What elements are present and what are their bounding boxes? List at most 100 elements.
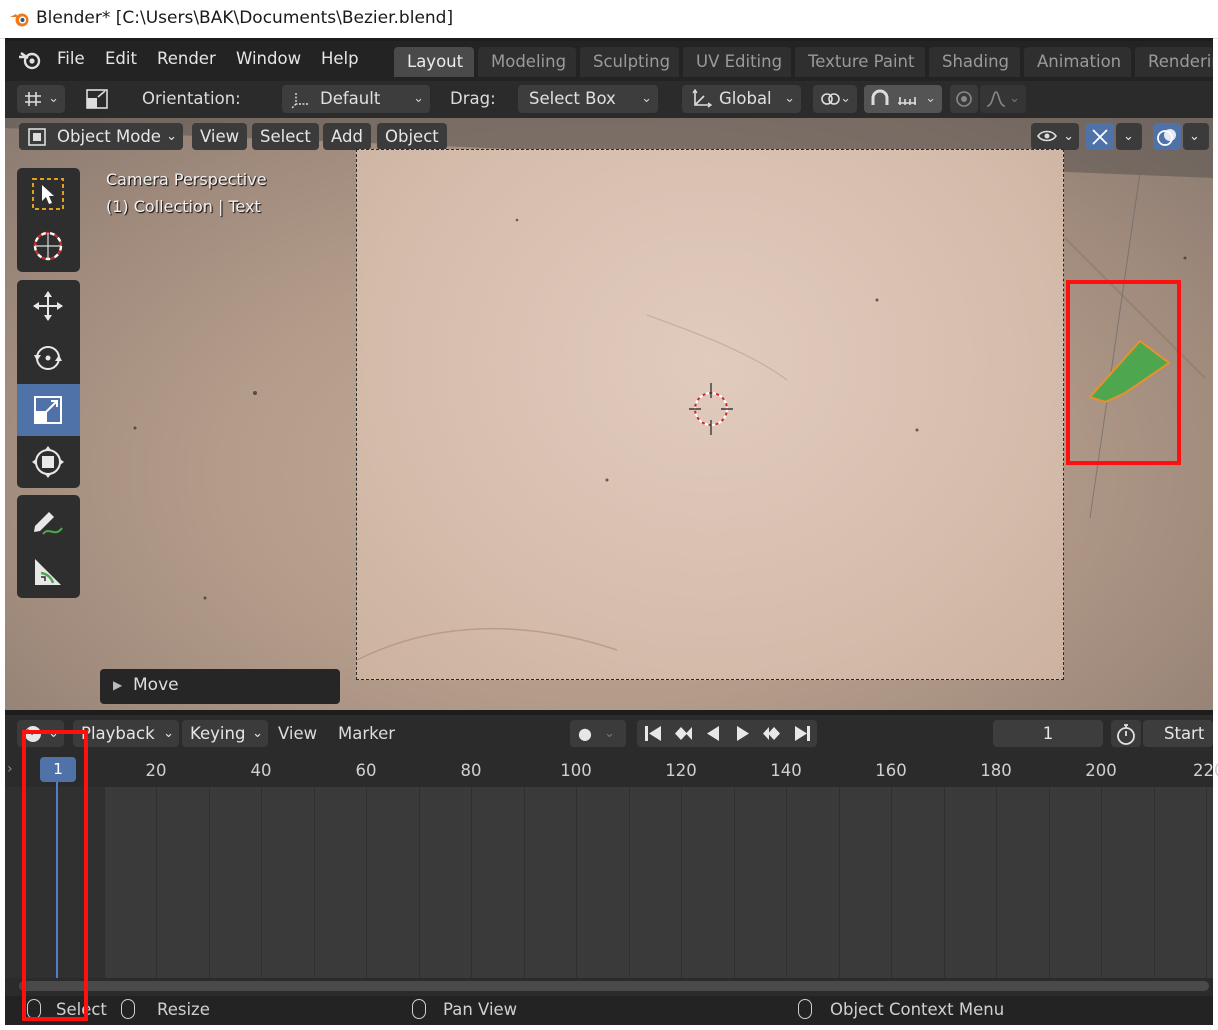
- timeline-menu-marker[interactable]: Marker: [338, 724, 395, 743]
- overlays-toggle-button[interactable]: [1153, 123, 1181, 150]
- status-context-menu: Object Context Menu: [830, 1000, 1005, 1019]
- window-titlebar: Blender* [C:\Users\BAK\Documents\Bezier.…: [0, 0, 1218, 39]
- grid-line: [366, 787, 367, 978]
- ruler-tick: 40: [250, 761, 272, 780]
- tab-shading[interactable]: Shading: [929, 47, 1020, 77]
- eye-icon: [1037, 130, 1057, 142]
- timeline-menu-keying[interactable]: Keying ⌄: [182, 720, 268, 747]
- scrollbar-thumb[interactable]: [19, 981, 1209, 991]
- blender-logo-icon: [10, 13, 29, 27]
- current-frame-field[interactable]: 1: [993, 720, 1103, 747]
- snapping-dropdown[interactable]: ⌄: [864, 85, 942, 113]
- menu-render[interactable]: Render: [157, 49, 216, 68]
- start-frame-field[interactable]: Start: [1143, 720, 1213, 747]
- overlays-dropdown[interactable]: ⌄: [1183, 123, 1209, 150]
- gizmo-dropdown[interactable]: ⌄: [1116, 123, 1142, 150]
- measure-tool[interactable]: [17, 546, 80, 598]
- select-box-tool[interactable]: [17, 168, 80, 220]
- object-mode-dropdown[interactable]: Object Mode ⌄: [19, 123, 183, 150]
- menu-help[interactable]: Help: [321, 49, 359, 68]
- grid-line: [1049, 787, 1050, 978]
- proportional-edit-icon: [956, 91, 972, 107]
- tab-texture-paint[interactable]: Texture Paint: [795, 47, 925, 77]
- ruler-tick: 80: [460, 761, 482, 780]
- tab-sculpting[interactable]: Sculpting: [580, 47, 679, 77]
- timeline-menu-view[interactable]: View: [278, 724, 317, 743]
- transform-affect-button[interactable]: [81, 84, 113, 114]
- transform-tool[interactable]: [17, 436, 80, 488]
- grid-line: [681, 787, 682, 978]
- proportional-editing-button[interactable]: [950, 85, 978, 113]
- viewport-menu-object[interactable]: Object: [377, 123, 447, 150]
- tab-layout[interactable]: Layout: [394, 47, 474, 77]
- status-bar: Select Resize Pan View Object Context Me…: [5, 996, 1213, 1025]
- grid-line: [1154, 787, 1155, 978]
- window-title: Blender* [C:\Users\BAK\Documents\Bezier.…: [36, 8, 454, 28]
- tool-settings-header: ⌄ Orientation: Default ⌄ Drag: Select Bo…: [5, 81, 1213, 118]
- ruler-tick: 160: [875, 761, 907, 780]
- overlays-icon: [1157, 129, 1176, 146]
- auto-keying-button[interactable]: ● ⌄: [570, 720, 626, 747]
- sidebar-expand-icon[interactable]: ›: [7, 761, 13, 777]
- ruler-tick: 20: [145, 761, 167, 780]
- orientation-dropdown[interactable]: Default ⌄: [282, 85, 430, 113]
- snap-target-dropdown[interactable]: ⌄: [17, 85, 65, 113]
- pivot-point-dropdown[interactable]: ⌄: [813, 85, 857, 113]
- rotate-tool[interactable]: [17, 332, 80, 384]
- last-operator-panel[interactable]: ▶ Move: [100, 669, 340, 704]
- global-axes-icon: [692, 89, 712, 108]
- grid-line: [419, 787, 420, 978]
- move-tool[interactable]: [17, 280, 80, 332]
- timeline-menu-playback[interactable]: Playback ⌄: [73, 720, 179, 747]
- status-resize: Resize: [157, 1000, 210, 1019]
- panel-expand-icon: ▶: [113, 678, 123, 692]
- timeline-scrollbar[interactable]: [5, 978, 1213, 996]
- viewport-menu-select[interactable]: Select: [252, 123, 319, 150]
- grid-line: [261, 787, 262, 978]
- cursor-icon: [33, 231, 63, 261]
- grid-line: [104, 787, 105, 978]
- viewport-menu-add[interactable]: Add: [323, 123, 371, 150]
- menu-edit[interactable]: Edit: [105, 49, 137, 68]
- transform-orientation-dropdown[interactable]: Global ⌄: [682, 85, 801, 113]
- falloff-curve-icon: [986, 91, 1006, 107]
- scale-tool[interactable]: [17, 384, 80, 436]
- timeline-area[interactable]: [5, 787, 1213, 978]
- select-box-icon: [32, 178, 64, 210]
- tab-animation[interactable]: Animation: [1024, 47, 1131, 77]
- menu-window[interactable]: Window: [236, 49, 301, 68]
- 3d-cursor-icon: [689, 383, 733, 435]
- last-operator-label: Move: [133, 675, 179, 695]
- preview-range-button[interactable]: [1111, 720, 1141, 747]
- grid-line: [839, 787, 840, 978]
- cursor-tool[interactable]: [17, 220, 80, 272]
- timeline-ruler[interactable]: › 1 20 40 60 80 100 120 140 160 180 200 …: [5, 753, 1218, 787]
- grid-line: [156, 787, 157, 978]
- scale-mode-icon: [86, 89, 108, 109]
- grid-line: [734, 787, 735, 978]
- grid-line: [524, 787, 525, 978]
- ruler-tick: 220: [1193, 761, 1218, 780]
- blender-menu-icon[interactable]: [17, 49, 43, 71]
- drag-mouse-icon: [121, 999, 135, 1019]
- tab-rendering[interactable]: Renderin: [1135, 47, 1213, 77]
- grid-line: [471, 787, 472, 978]
- menu-file[interactable]: File: [57, 49, 85, 68]
- gizmo-toggle-button[interactable]: [1086, 123, 1114, 150]
- viewport-menu-view[interactable]: View: [192, 123, 248, 150]
- magnet-icon: [871, 89, 889, 105]
- grid-line: [314, 787, 315, 978]
- ruler-tick: 120: [665, 761, 697, 780]
- tab-uv-editing[interactable]: UV Editing: [683, 47, 791, 77]
- ruler-tick: 60: [355, 761, 377, 780]
- visibility-dropdown[interactable]: ⌄: [1031, 123, 1079, 150]
- camera-frame: [356, 149, 1064, 680]
- drag-dropdown[interactable]: Select Box ⌄: [518, 85, 658, 113]
- move-arrows-icon: [33, 291, 63, 321]
- grid-line: [629, 787, 630, 978]
- falloff-dropdown[interactable]: ⌄: [980, 85, 1026, 113]
- annotate-tool[interactable]: [17, 495, 80, 547]
- timeline-header: ⌄ Playback ⌄ Keying ⌄ View Marker ● ⌄ 1: [5, 715, 1213, 753]
- grid-line: [891, 787, 892, 978]
- tab-modeling[interactable]: Modeling: [478, 47, 576, 77]
